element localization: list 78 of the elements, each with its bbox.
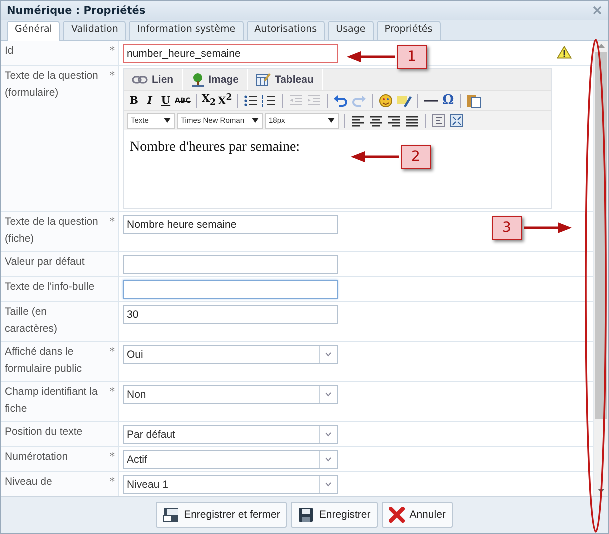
required-mark: *: [110, 475, 115, 490]
save-and-close-button[interactable]: Enregistrer et fermer: [156, 502, 288, 528]
required-mark: *: [110, 215, 115, 230]
numbered-list-icon[interactable]: [261, 94, 278, 108]
required-mark: *: [110, 69, 115, 84]
caret-icon: [164, 118, 171, 123]
dropdown[interactable]: Actif: [123, 450, 338, 469]
format-button[interactable]: X$_{2}$: [202, 92, 216, 108]
format-button[interactable]: U: [159, 94, 173, 106]
link-icon: [132, 76, 148, 84]
justify-icon[interactable]: [404, 114, 420, 128]
input-field[interactable]: number_heure_semaine: [123, 44, 338, 63]
field-label: Position du texte: [5, 425, 84, 440]
required-mark: *: [110, 450, 115, 465]
tree-icon: [190, 72, 205, 86]
field-label: Texte de l'info-bulle: [5, 280, 96, 295]
dropdown[interactable]: Oui: [123, 345, 338, 364]
spellcheck-icon[interactable]: [396, 94, 412, 108]
input-field[interactable]: [123, 280, 338, 299]
field-label: Texte de la question (formulaire): [5, 69, 100, 101]
scroll-up-icon[interactable]: [598, 44, 604, 48]
input-field[interactable]: [123, 255, 338, 274]
align-right-icon[interactable]: [386, 114, 402, 128]
callout-arrow: [347, 51, 395, 63]
editor-text: Nombre d'heures par semaine:: [130, 140, 300, 155]
field-label: Id: [5, 44, 15, 59]
callout-arrow: [524, 222, 572, 234]
tab[interactable]: Général: [7, 21, 60, 41]
dropdown[interactable]: Niveau 1: [123, 475, 338, 494]
field-label: Texte de la question (fiche): [5, 215, 100, 247]
scroll-down-icon[interactable]: [598, 489, 604, 493]
window-title: Numérique : Propriétés: [7, 4, 146, 16]
bulleted-list-icon[interactable]: [243, 94, 260, 108]
chevron-icon: [325, 432, 332, 437]
caret-icon: [328, 118, 335, 123]
callout-number: 3: [492, 216, 522, 240]
cancel-button[interactable]: Annuler: [382, 502, 453, 528]
undo-icon[interactable]: [333, 94, 350, 108]
field-label: Champ identifiant la fiche: [5, 385, 99, 417]
format-button[interactable]: Ω: [441, 93, 456, 108]
tab[interactable]: Usage: [328, 21, 374, 40]
source-code-icon[interactable]: [431, 114, 447, 128]
dropdown[interactable]: Non: [123, 385, 338, 404]
chevron-icon: [325, 392, 332, 397]
field-label: Numérotation: [5, 450, 70, 465]
smiley-icon[interactable]: [378, 94, 394, 108]
save-close-icon: [163, 507, 180, 523]
required-mark: *: [110, 44, 115, 59]
callout-number: 2: [401, 145, 431, 169]
chevron-icon: [325, 352, 332, 357]
field-label: Niveau de: [5, 475, 54, 490]
tab[interactable]: Propriétés: [376, 21, 441, 40]
format-button[interactable]: I: [143, 94, 157, 106]
required-mark: *: [110, 345, 115, 360]
chevron-icon: [325, 482, 332, 487]
align-center-icon[interactable]: [368, 114, 384, 128]
fullscreen-icon[interactable]: [449, 114, 465, 128]
tab[interactable]: Validation: [63, 21, 126, 40]
chevron-icon: [325, 457, 332, 462]
field-label: Valeur par défaut: [5, 255, 86, 270]
tab[interactable]: Information système: [129, 21, 244, 40]
format-button[interactable]: X$^{2}$: [218, 93, 232, 108]
field-label: Taille (en caractères): [5, 305, 59, 337]
table-icon: [256, 72, 271, 86]
cross-icon: [388, 507, 405, 523]
input-field[interactable]: 30: [123, 305, 338, 324]
tab[interactable]: Autorisations: [246, 21, 326, 40]
required-mark: *: [110, 385, 115, 400]
paste-icon[interactable]: [466, 94, 482, 108]
input-field[interactable]: Nombre heure semaine: [123, 215, 338, 234]
align-left-icon[interactable]: [350, 114, 366, 128]
save-button[interactable]: Enregistrer: [291, 502, 378, 528]
dropdown[interactable]: Par défaut: [123, 425, 338, 444]
callout-number: 1: [397, 45, 427, 69]
caret-icon: [252, 118, 259, 123]
format-button[interactable]: B: [127, 94, 141, 106]
field-label: Affiché dans le formulaire public: [5, 345, 84, 377]
callout-arrow: [351, 151, 399, 163]
